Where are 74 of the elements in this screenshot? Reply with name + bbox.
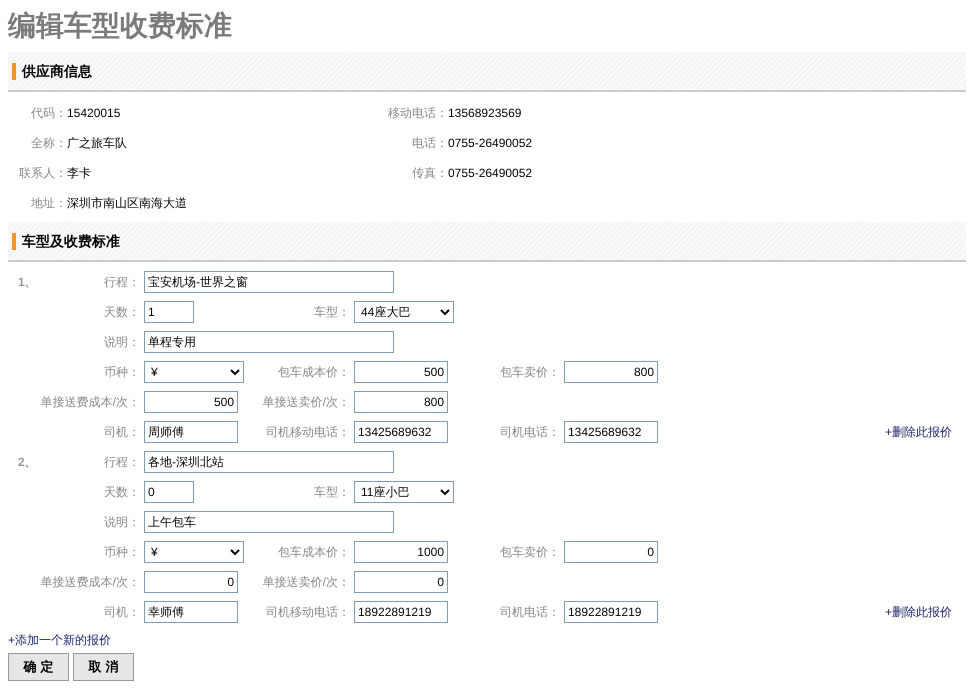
- field-label: 司机移动电话：: [265, 604, 350, 621]
- field-value: 李卡: [67, 165, 91, 182]
- field-value: 0755-26490052: [448, 165, 532, 182]
- field-label: 天数：: [104, 484, 140, 501]
- input-field[interactable]: 18922891219: [354, 601, 448, 623]
- field-label: 包车成本价：: [277, 544, 350, 561]
- field-label: 单接送卖价/次：: [262, 394, 350, 411]
- field-label: 司机：: [104, 424, 140, 441]
- form-button[interactable]: 取 消: [73, 653, 134, 681]
- input-field[interactable]: 0: [144, 571, 238, 593]
- select-field[interactable]: 44座大巴: [354, 301, 454, 323]
- field-value: 广之旅车队: [67, 135, 127, 152]
- input-field[interactable]: 各地-深圳北站: [144, 451, 394, 473]
- input-field[interactable]: 800: [564, 361, 658, 383]
- form-button[interactable]: 确 定: [8, 653, 69, 681]
- field-label: 币种：: [104, 544, 140, 561]
- quote-number: 1、: [17, 274, 37, 291]
- delete-quote-link[interactable]: +删除此报价: [884, 603, 952, 621]
- input-field[interactable]: 13425689632: [354, 421, 448, 443]
- field-value: 0755-26490052: [448, 135, 532, 152]
- input-field[interactable]: 1000: [354, 541, 448, 563]
- field-label: 包车卖价：: [499, 544, 560, 561]
- field-label: 联系人：: [18, 165, 67, 182]
- accent-bar: [12, 232, 16, 250]
- input-field[interactable]: 0: [354, 571, 448, 593]
- field-value: 深圳市南山区南海大道: [67, 195, 187, 212]
- input-field[interactable]: 0: [144, 481, 194, 503]
- section-title: 车型及收费标准: [22, 232, 120, 250]
- field-label: 电话：: [411, 135, 448, 152]
- field-label: 行程：: [104, 454, 140, 471]
- field-label: 全称：: [30, 135, 67, 152]
- input-field[interactable]: 1: [144, 301, 194, 323]
- field-label: 司机移动电话：: [265, 424, 350, 441]
- field-label: 包车卖价：: [499, 364, 560, 381]
- field-label: 行程：: [104, 274, 140, 291]
- field-label: 地址：: [30, 195, 67, 212]
- input-field[interactable]: 800: [354, 391, 448, 413]
- input-field[interactable]: 周师傅: [144, 421, 238, 443]
- field-label: 司机电话：: [499, 604, 560, 621]
- field-value: 13568923569: [448, 105, 522, 122]
- input-field[interactable]: 宝安机场-世界之窗: [144, 271, 394, 293]
- input-field[interactable]: 幸师傅: [144, 601, 238, 623]
- input-field[interactable]: 单程专用: [144, 331, 394, 353]
- field-label: 包车成本价：: [277, 364, 350, 381]
- field-label: 币种：: [104, 364, 140, 381]
- select-field[interactable]: ¥: [144, 541, 244, 563]
- field-label: 单接送费成本/次：: [40, 394, 140, 411]
- page-title: 编辑车型收费标准: [8, 9, 233, 43]
- input-field[interactable]: 0: [564, 541, 658, 563]
- input-field[interactable]: 500: [354, 361, 448, 383]
- field-label: 说明：: [104, 334, 140, 351]
- add-quote-link[interactable]: +添加一个新的报价: [8, 631, 112, 649]
- field-label: 传真：: [411, 165, 448, 182]
- field-value: 15420015: [67, 105, 120, 122]
- field-label: 车型：: [313, 484, 350, 501]
- quote-number: 2、: [17, 454, 37, 471]
- field-label: 说明：: [104, 514, 140, 531]
- accent-bar: [12, 62, 16, 80]
- field-label: 代码：: [30, 105, 67, 122]
- field-label: 司机：: [104, 604, 140, 621]
- select-field[interactable]: 11座小巴: [354, 481, 454, 503]
- field-label: 司机电话：: [499, 424, 560, 441]
- input-field[interactable]: 上午包车: [144, 511, 394, 533]
- input-field[interactable]: 500: [144, 391, 238, 413]
- select-field[interactable]: ¥: [144, 361, 244, 383]
- field-label: 移动电话：: [388, 105, 448, 122]
- input-field[interactable]: 18922891219: [564, 601, 658, 623]
- section-title: 供应商信息: [22, 62, 92, 80]
- field-label: 天数：: [104, 304, 140, 321]
- field-label: 单接送费成本/次：: [40, 574, 140, 591]
- input-field[interactable]: 13425689632: [564, 421, 658, 443]
- field-label: 单接送卖价/次：: [262, 574, 350, 591]
- delete-quote-link[interactable]: +删除此报价: [884, 423, 952, 441]
- field-label: 车型：: [313, 304, 350, 321]
